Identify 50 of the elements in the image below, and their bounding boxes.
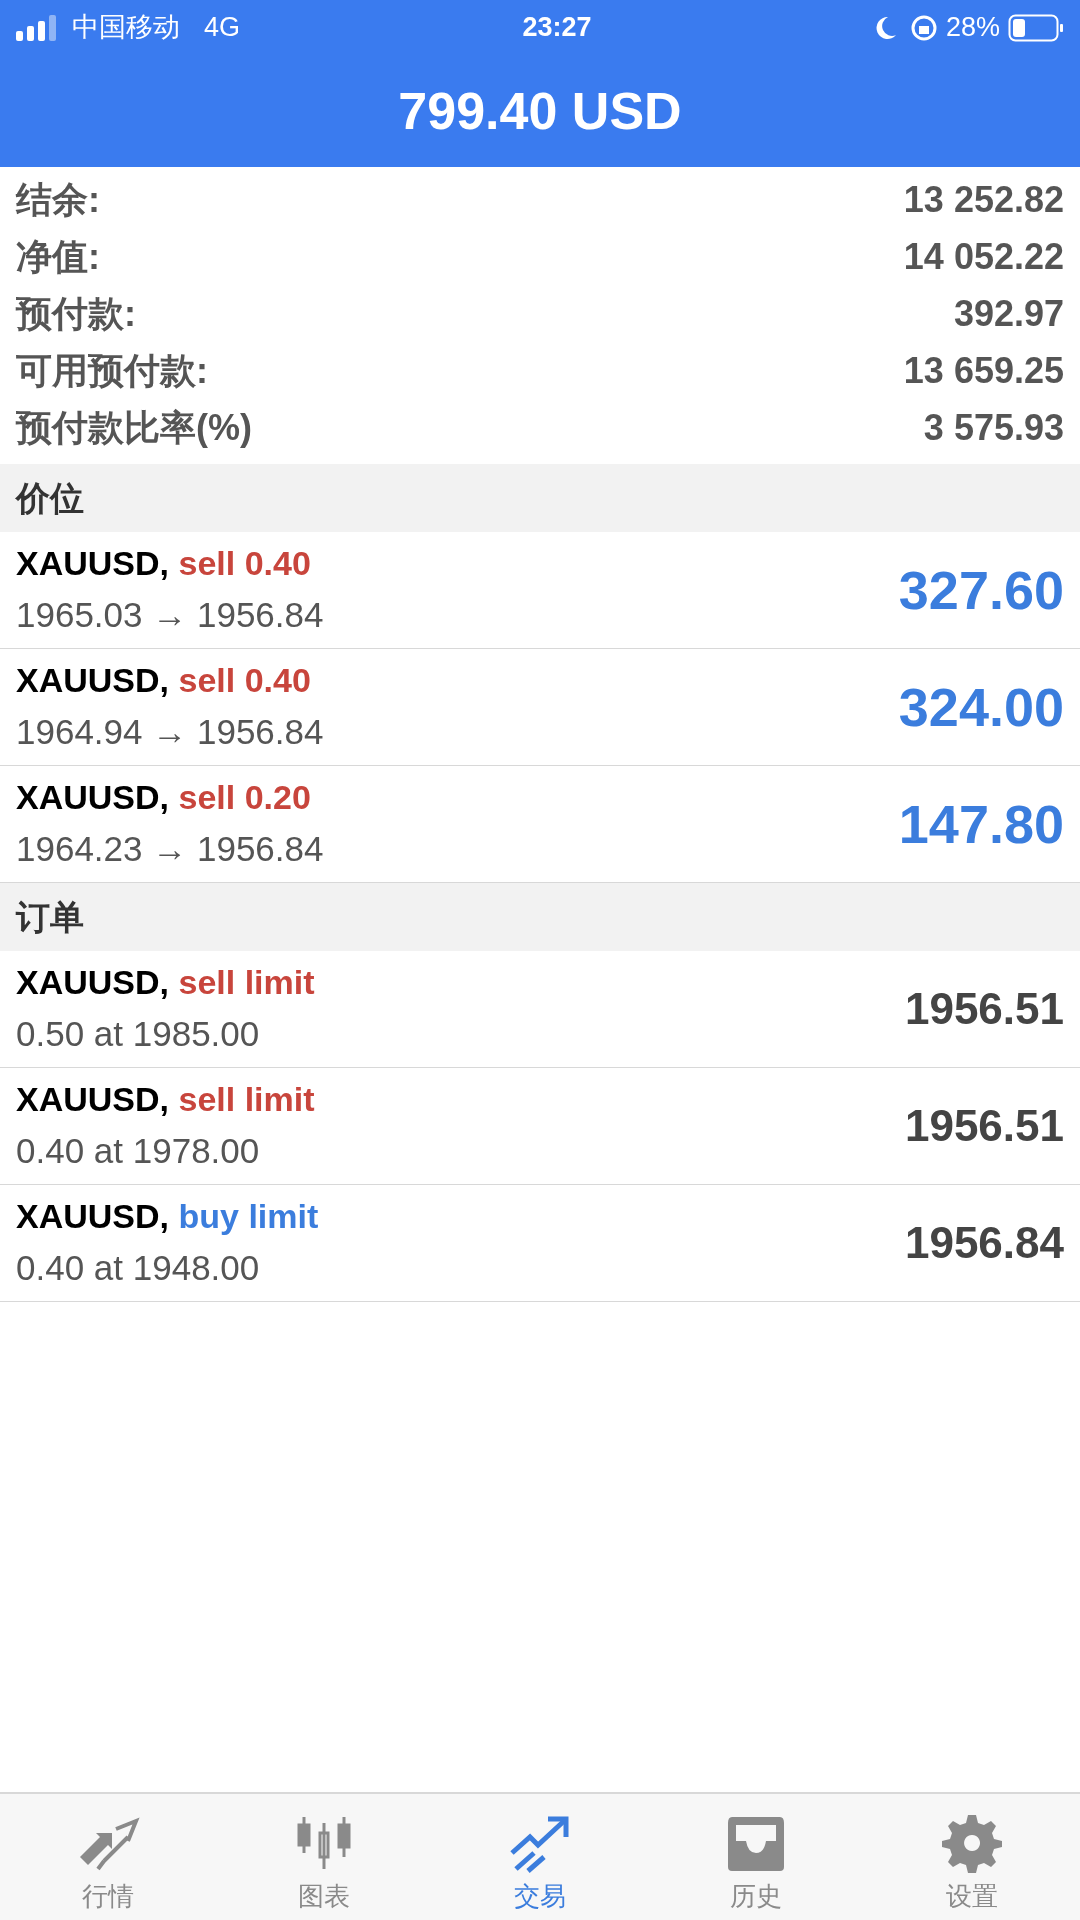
balance-title: 799.40 USD (398, 81, 682, 142)
symbol-name: XAUUSD, (16, 544, 170, 583)
profit-value: 324.00 (898, 675, 1064, 739)
price-range: 1964.94 → 1956.84 (16, 711, 324, 754)
battery-icon (1008, 13, 1064, 42)
rotation-lock-icon (909, 13, 938, 42)
clock-time: 23:27 (522, 11, 592, 45)
tab-button[interactable]: 交易 (432, 1794, 648, 1920)
order-price: 1956.51 (904, 1100, 1064, 1152)
order-row[interactable]: XAUUSD, sell limit 0.50 at 1985.00 1956.51 (0, 951, 1080, 1068)
order-row[interactable]: XAUUSD, sell limit 0.40 at 1978.00 1956.51 (0, 1068, 1080, 1185)
order-detail: 0.40 at 1978.00 (16, 1130, 261, 1173)
order-detail: 0.40 at 1948.00 (16, 1247, 261, 1290)
position-row[interactable]: XAUUSD, sell 0.40 1964.94 → 1956.84 324.00 (0, 649, 1080, 766)
account-label: 预付款比率(%) (16, 405, 252, 450)
network-type: 4G (204, 11, 241, 45)
symbol-name: XAUUSD, (16, 1197, 170, 1236)
order-price: 1956.51 (904, 983, 1064, 1035)
order-type: sell 0.40 (178, 661, 311, 700)
position-row[interactable]: XAUUSD, sell 0.40 1965.03 → 1956.84 327.60 (0, 532, 1080, 649)
symbol-name: XAUUSD, (16, 1080, 170, 1119)
order-type: sell limit (178, 1080, 315, 1119)
section-title: 订单 (16, 896, 84, 938)
price-range: 1965.03 → 1956.84 (16, 594, 324, 637)
battery-percent: 28% (945, 11, 1000, 45)
account-label: 净值: (16, 234, 100, 279)
order-price: 1956.84 (904, 1217, 1064, 1269)
settings-icon (942, 1813, 1002, 1873)
account-label: 可用预付款: (16, 348, 208, 393)
symbol-name: XAUUSD, (16, 963, 170, 1002)
order-type: buy limit (178, 1197, 319, 1236)
profit-value: 147.80 (898, 792, 1064, 856)
order-type: sell 0.40 (178, 544, 311, 583)
order-detail: 0.50 at 1985.00 (16, 1013, 261, 1056)
account-value: 3 575.93 (923, 405, 1064, 450)
account-value: 392.97 (953, 291, 1064, 336)
order-type: sell limit (178, 963, 315, 1002)
carrier-name: 中国移动 (72, 11, 180, 45)
profit-value: 327.60 (898, 558, 1064, 622)
price-range: 1964.23 → 1956.84 (16, 828, 324, 871)
account-label: 结余: (16, 177, 100, 222)
section-title: 价位 (16, 477, 84, 519)
order-type: sell 0.20 (178, 778, 311, 817)
order-row[interactable]: XAUUSD, buy limit 0.40 at 1948.00 1956.84 (0, 1185, 1080, 1302)
account-value: 14 052.22 (903, 234, 1064, 279)
symbol-name: XAUUSD, (16, 778, 170, 817)
symbol-name: XAUUSD, (16, 661, 170, 700)
account-value: 13 252.82 (903, 177, 1064, 222)
account-label: 预付款: (16, 291, 136, 336)
account-value: 13 659.25 (903, 348, 1064, 393)
